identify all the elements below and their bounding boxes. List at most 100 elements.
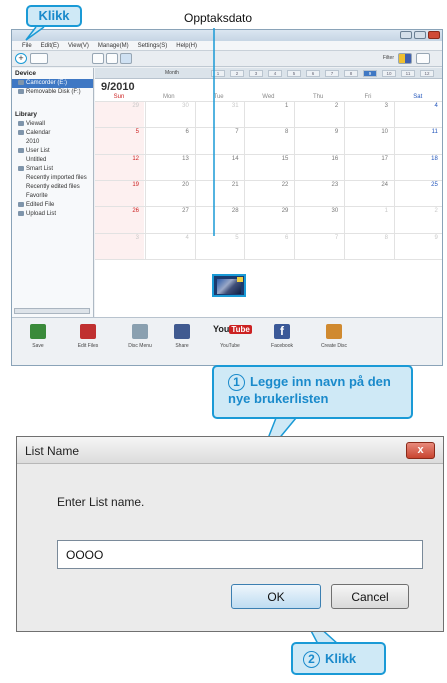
minimize-button[interactable] xyxy=(400,31,412,39)
month-cell[interactable]: 9 xyxy=(363,70,377,77)
add-list-button[interactable]: + xyxy=(15,53,27,64)
calendar-day[interactable]: 3 xyxy=(99,235,139,241)
calendar-day[interactable]: 23 xyxy=(298,182,339,188)
calendar-day[interactable]: 22 xyxy=(248,182,289,188)
month-cell[interactable]: 2 xyxy=(230,70,244,77)
calendar-day[interactable]: 9 xyxy=(398,235,437,241)
calendar-day[interactable]: 8 xyxy=(348,235,388,241)
calendar-day[interactable]: 25 xyxy=(398,182,438,188)
calendar-day[interactable]: 16 xyxy=(298,156,339,162)
calendar-day[interactable]: 3 xyxy=(348,103,388,109)
bottom-toolbar-button[interactable]: Edit Files xyxy=(66,322,110,349)
calendar-day[interactable]: 30 xyxy=(149,103,189,109)
dialog-close-button[interactable]: x xyxy=(406,442,435,459)
calendar-day[interactable]: 2 xyxy=(398,208,437,214)
month-cell[interactable]: 8 xyxy=(344,70,358,77)
calendar-day[interactable]: 14 xyxy=(199,156,239,162)
tool-dropdown-button[interactable] xyxy=(30,53,48,64)
month-cell[interactable]: 4 xyxy=(268,70,282,77)
calendar-day[interactable]: 4 xyxy=(149,235,188,241)
calendar-day[interactable]: 24 xyxy=(348,182,388,188)
step2-callout: 2 Klikk xyxy=(291,642,386,675)
sidebar-item-upload-list[interactable]: Upload List xyxy=(12,210,93,219)
sidebar-item-2010[interactable]: 2010 xyxy=(12,138,93,147)
calendar-day[interactable]: 19 xyxy=(99,182,139,188)
calendar-day[interactable]: 15 xyxy=(248,156,289,162)
calendar-day[interactable]: 21 xyxy=(199,182,239,188)
calendar-day[interactable]: 28 xyxy=(199,208,239,214)
sidebar-item-calendar[interactable]: Calendar xyxy=(12,129,93,138)
month-cell[interactable]: 6 xyxy=(306,70,320,77)
bottom-toolbar-button[interactable]: You Tube YouTube xyxy=(208,322,252,349)
ok-button[interactable]: OK xyxy=(231,584,321,609)
calendar-day[interactable]: 29 xyxy=(248,208,289,214)
sidebar-scrollbar[interactable] xyxy=(14,308,90,314)
calendar-day[interactable]: 4 xyxy=(398,103,437,109)
bottom-toolbar-button[interactable]: Disc Menu xyxy=(118,322,162,349)
month-cell[interactable]: 10 xyxy=(382,70,396,77)
view-grid-button[interactable] xyxy=(106,53,118,64)
click-callout-top: Klikk xyxy=(26,5,82,27)
sidebar-item-removable-disk[interactable]: Removable Disk (F:) xyxy=(12,88,93,97)
calendar-day[interactable]: 7 xyxy=(199,129,238,135)
sidebar-item-recently-edited[interactable]: Recently edited files xyxy=(12,183,93,192)
close-button[interactable] xyxy=(428,31,440,39)
calendar-day[interactable]: 5 xyxy=(199,235,238,241)
calendar-day[interactable]: 7 xyxy=(298,235,338,241)
month-cell[interactable]: 11 xyxy=(401,70,415,77)
list-name-input[interactable] xyxy=(57,540,423,569)
view-list-button[interactable] xyxy=(92,53,104,64)
bottom-toolbar-button[interactable]: Create Disc xyxy=(312,322,356,349)
sidebar-item-user-list[interactable]: User List xyxy=(12,147,93,156)
calendar-day[interactable]: 12 xyxy=(99,156,139,162)
bottom-toolbar-button[interactable]: Save xyxy=(16,322,60,349)
calendar-day[interactable]: 31 xyxy=(199,103,239,109)
calendar-day[interactable]: 29 xyxy=(99,103,139,109)
calendar-day[interactable]: 8 xyxy=(248,129,288,135)
sidebar-item-favorite[interactable]: Favorite xyxy=(12,192,93,201)
calendar-day[interactable]: 26 xyxy=(99,208,139,214)
calendar-day[interactable]: 17 xyxy=(348,156,388,162)
maximize-button[interactable] xyxy=(414,31,426,39)
view-mode-label[interactable]: Month xyxy=(165,70,179,76)
calendar-day[interactable]: 27 xyxy=(149,208,189,214)
calendar-day[interactable]: 1 xyxy=(348,208,388,214)
sidebar-item-viewall[interactable]: Viewall xyxy=(12,120,93,129)
sidebar-item-recently-imported[interactable]: Recently imported files xyxy=(12,174,93,183)
menu-help[interactable]: Help(H) xyxy=(176,43,197,49)
menu-edit[interactable]: Edit(E) xyxy=(41,43,59,49)
sidebar-item-camcorder[interactable]: Camcorder (E:) xyxy=(12,79,93,88)
calendar-day[interactable]: 13 xyxy=(149,156,189,162)
calendar-day[interactable]: 11 xyxy=(398,129,438,135)
cancel-button[interactable]: Cancel xyxy=(331,584,409,609)
bottom-toolbar-button[interactable]: Share xyxy=(160,322,204,349)
menu-manage[interactable]: Manage(M) xyxy=(98,43,129,49)
month-cell[interactable]: 7 xyxy=(325,70,339,77)
calendar-day[interactable]: 1 xyxy=(248,103,288,109)
sidebar-item-smart-list[interactable]: Smart List xyxy=(12,165,93,174)
calendar-day[interactable]: 6 xyxy=(248,235,288,241)
calendar-day[interactable]: 20 xyxy=(149,182,189,188)
menu-view[interactable]: View(V) xyxy=(68,43,89,49)
calendar-day[interactable]: 18 xyxy=(398,156,438,162)
calendar-day[interactable]: 30 xyxy=(298,208,339,214)
month-cell[interactable]: 1 xyxy=(211,70,225,77)
calendar-day[interactable]: 9 xyxy=(298,129,338,135)
sidebar-item-edited-file[interactable]: Edited File xyxy=(12,201,93,210)
bottom-toolbar-button[interactable]: f Facebook xyxy=(260,322,304,349)
filter-button[interactable] xyxy=(398,53,412,64)
calendar-day[interactable]: 10 xyxy=(348,129,388,135)
calendar-day[interactable]: 2 xyxy=(298,103,338,109)
menu-file[interactable]: File xyxy=(22,43,32,49)
calendar-day[interactable]: 6 xyxy=(149,129,188,135)
calendar-icon xyxy=(18,129,24,135)
video-thumbnail[interactable] xyxy=(212,274,246,297)
menu-settings[interactable]: Settings(S) xyxy=(138,43,168,49)
month-cell[interactable]: 3 xyxy=(249,70,263,77)
view-calendar-button[interactable] xyxy=(120,53,132,64)
calendar-day[interactable]: 5 xyxy=(99,129,139,135)
sort-button[interactable] xyxy=(416,53,430,64)
month-cell[interactable]: 12 xyxy=(420,70,434,77)
month-cell[interactable]: 5 xyxy=(287,70,301,77)
sidebar-item-untitled[interactable]: Untitled xyxy=(12,156,93,165)
